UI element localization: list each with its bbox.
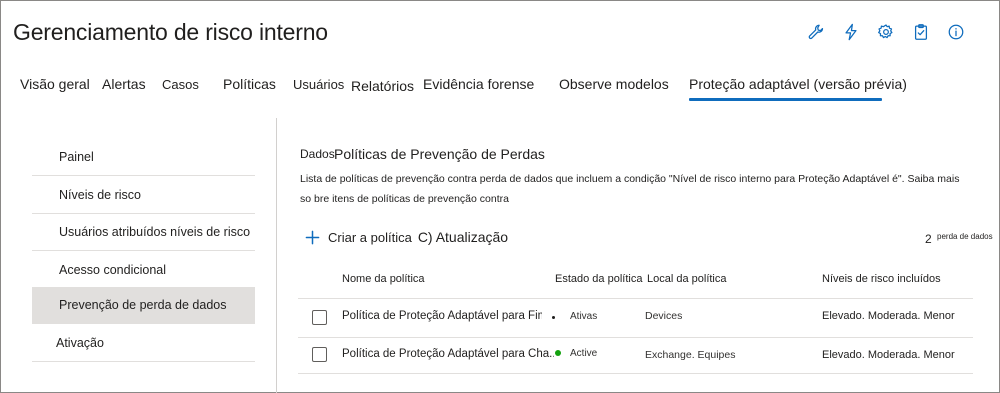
row-checkbox[interactable]	[312, 310, 327, 325]
tab-politicas[interactable]: Políticas	[223, 76, 276, 92]
policy-state: Ativas	[570, 311, 598, 322]
policy-name[interactable]: Política de Proteção Adaptável para Cha.…	[342, 348, 554, 360]
row-divider	[298, 373, 973, 374]
tab-alertas[interactable]: Alertas	[102, 76, 146, 92]
sidebar-divider	[276, 118, 277, 393]
section-description: Lista de políticas de prevenção contra p…	[300, 173, 960, 205]
column-header-niveis[interactable]: Níveis de risco incluídos	[822, 273, 941, 285]
plus-icon[interactable]	[304, 229, 320, 245]
refresh-button[interactable]: C) Atualização	[418, 229, 508, 245]
header-divider	[298, 298, 973, 299]
sidebar-item-prevencao-perda-dados[interactable]: Prevenção de perda de dados	[32, 287, 255, 324]
wrench-icon[interactable]	[807, 21, 825, 43]
status-dot-icon	[555, 350, 561, 356]
tab-casos[interactable]: Casos	[162, 77, 199, 92]
policy-risk-levels: Elevado. Moderada. Menor	[822, 310, 955, 322]
tab-visao-geral[interactable]: Visão geral	[20, 76, 90, 92]
lightning-icon[interactable]	[842, 21, 860, 43]
sidebar-item-niveis-de-risco[interactable]: Níveis de risco	[32, 177, 255, 214]
column-header-nome[interactable]: Nome da política	[342, 273, 425, 285]
header-toolbar	[807, 21, 965, 43]
tab-observe-modelos[interactable]: Observe modelos	[559, 76, 669, 92]
info-icon[interactable]	[947, 21, 965, 43]
policy-name[interactable]: Política de Proteção Adaptável para Fim.…	[342, 310, 542, 322]
sidebar-item-ativacao[interactable]: Ativação	[32, 325, 255, 362]
app-frame: Gerenciamento de risco interno Visão ger…	[0, 0, 1000, 393]
table-toolbar: Criar a política C) Atualização	[304, 229, 508, 245]
sidebar-item-painel[interactable]: Painel	[32, 139, 255, 176]
active-tab-indicator	[689, 98, 882, 101]
policy-location: Devices	[645, 310, 683, 322]
policy-state: Active	[570, 348, 598, 359]
item-count: 2	[925, 232, 932, 246]
sidebar-item-acesso-condicional[interactable]: Acesso condicional	[32, 252, 255, 289]
section-label: Dados	[300, 147, 335, 161]
status-bullet	[552, 316, 555, 319]
row-divider	[298, 337, 973, 338]
column-header-estado[interactable]: Estado da política	[555, 273, 642, 285]
clipboard-icon[interactable]	[912, 21, 930, 43]
section-title: Políticas de Prevenção de Perdas	[334, 146, 545, 162]
gear-icon[interactable]	[877, 21, 895, 43]
policy-risk-levels: Elevado. Moderada. Menor	[822, 349, 955, 361]
create-policy-button[interactable]: Criar a política	[328, 230, 412, 245]
page-title: Gerenciamento de risco interno	[13, 19, 328, 45]
tab-protecao-adaptavel[interactable]: Proteção adaptável (versão prévia)	[689, 76, 907, 92]
row-checkbox[interactable]	[312, 347, 327, 362]
tab-evidencia-forense[interactable]: Evidência forense	[423, 76, 534, 92]
policy-location: Exchange. Equipes	[645, 349, 736, 361]
sidebar-item-usuarios-atribuidos[interactable]: Usuários atribuídos níveis de risco	[32, 214, 255, 251]
tab-relatorios[interactable]: Relatórios	[351, 78, 414, 94]
item-count-label: perda de dados	[937, 232, 993, 241]
column-header-local[interactable]: Local da política	[647, 273, 727, 285]
tab-usuarios[interactable]: Usuários	[293, 77, 344, 92]
